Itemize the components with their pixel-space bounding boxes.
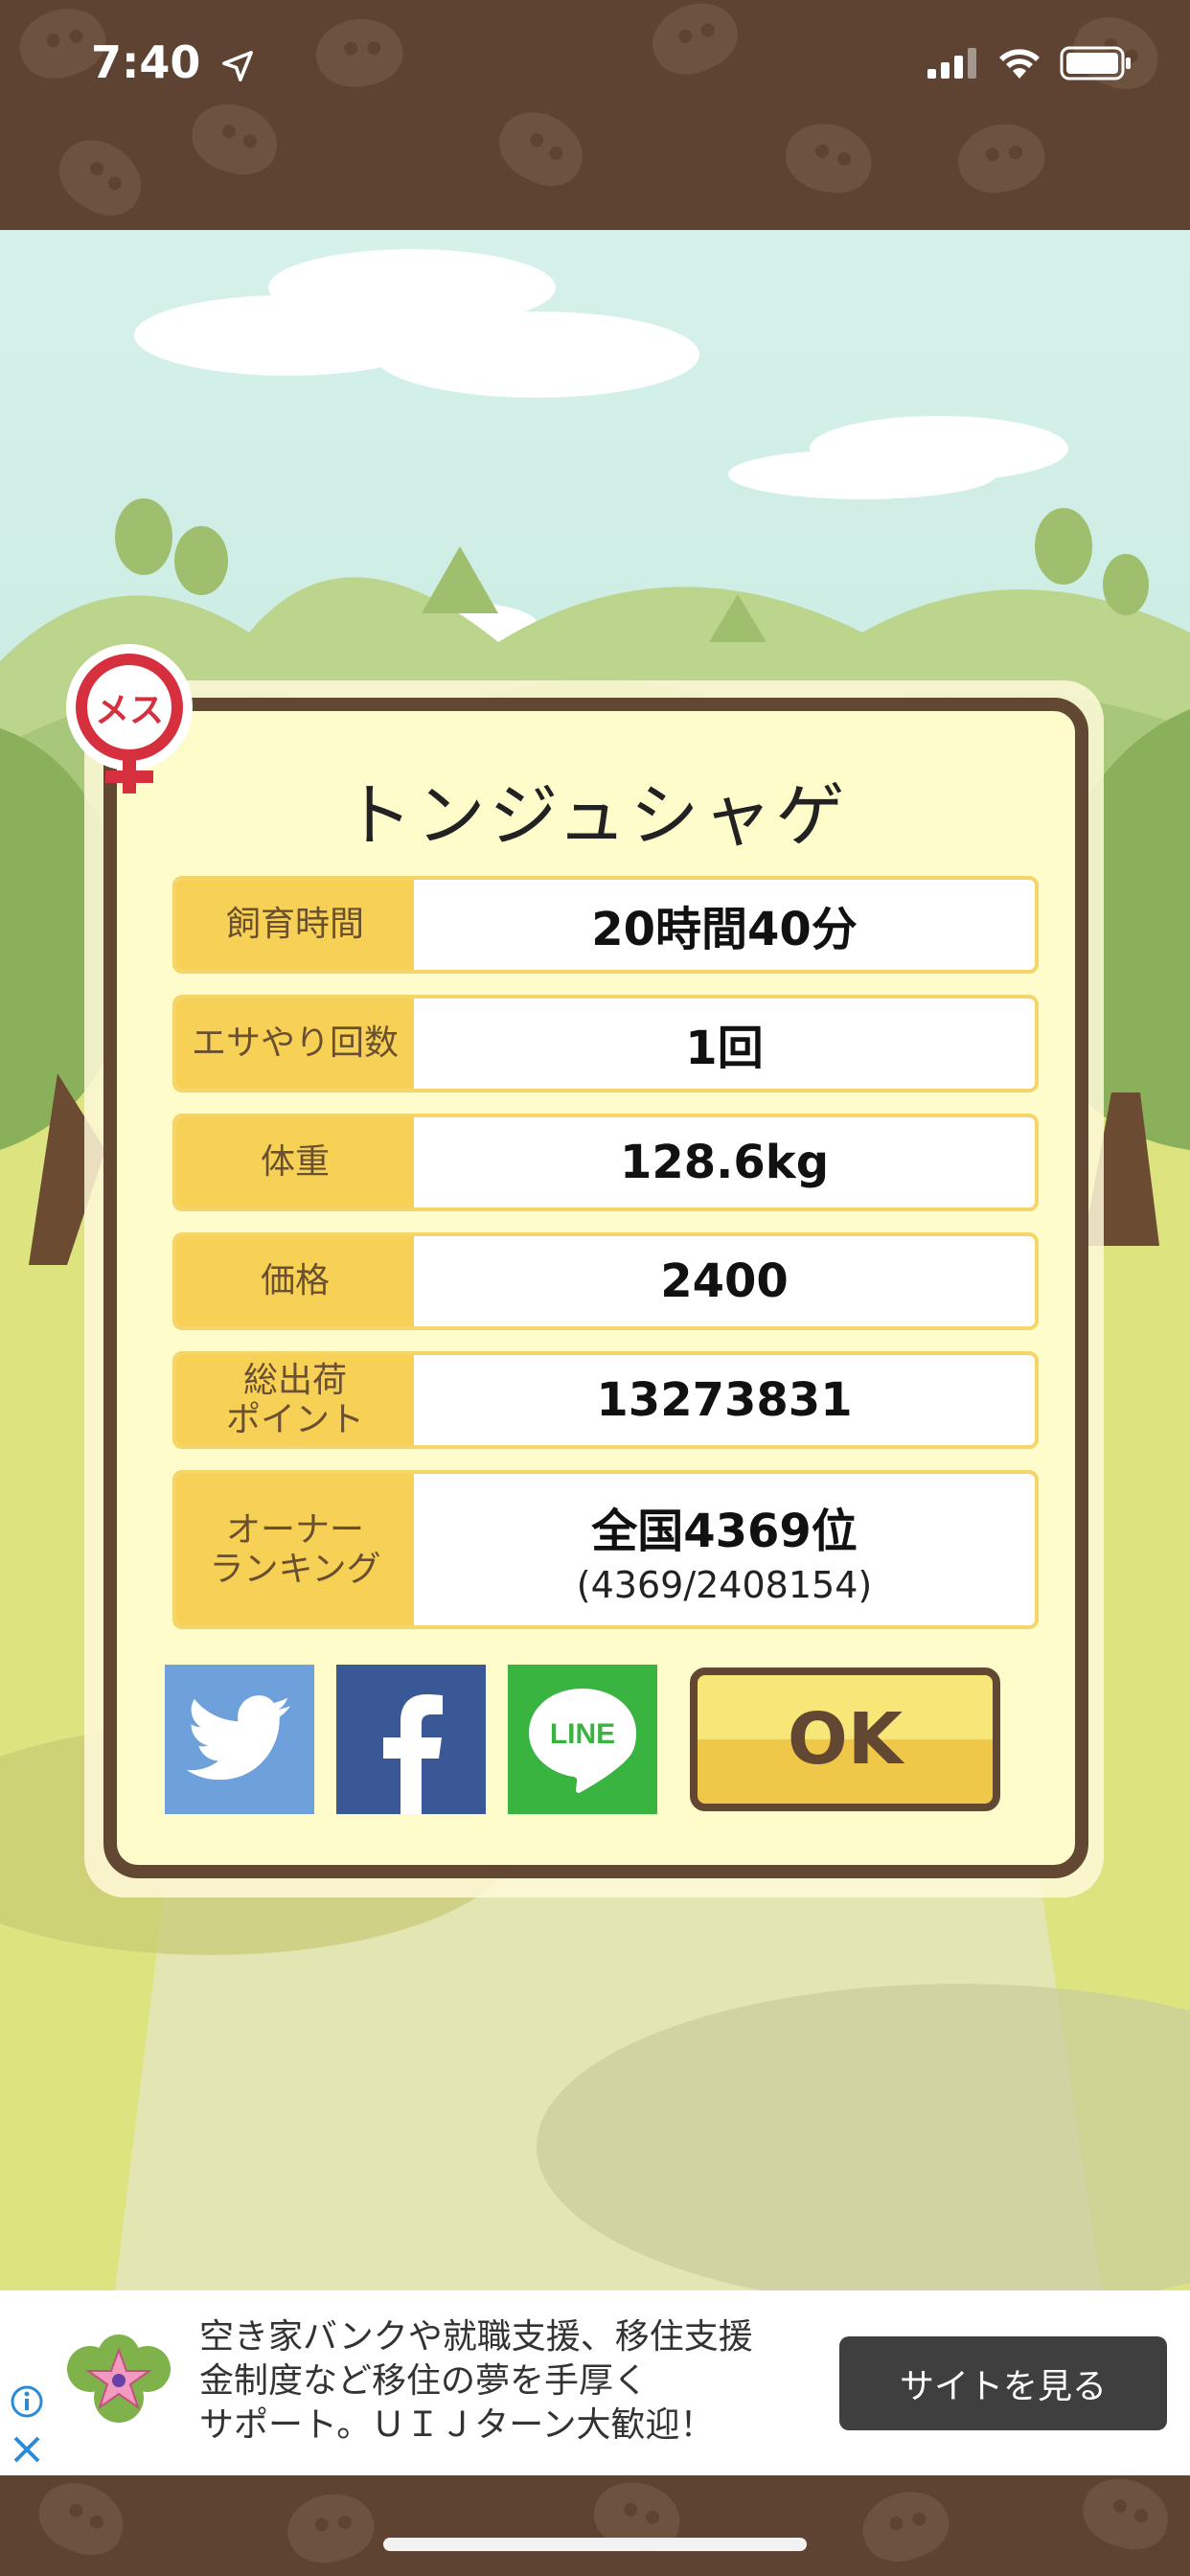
row-value-text: 1回 [685,1022,764,1075]
bean-pattern [641,0,748,87]
ad-line: サポート。ＵＩＪターン大歓迎！ [199,2405,715,2445]
facebook-icon [383,1694,443,1814]
bean-pattern [46,126,155,228]
cellular-signal-icon [927,48,976,79]
ranking-value: 全国4369位 [591,1505,858,1558]
top-pattern-band [0,0,1190,230]
female-gender-badge: メス [57,640,201,803]
pig-info-dialog: トンジュシャゲ 飼育時間 20時間40分 エサやり回数 1回 体重 128.6k… [103,698,1088,1878]
pig-name-title: トンジュシャゲ [343,775,849,856]
bean-pattern [310,12,408,94]
gender-badge-text: メス [95,691,164,730]
status-time-text: 7:40 [91,36,201,88]
row-label-line1: オーナー [225,1509,364,1550]
location-arrow-icon [222,50,254,81]
ad-line: 金制度など移住の夢を手厚く [199,2361,649,2401]
bottom-pattern-band [0,2475,1190,2576]
row-label: 総出荷 ポイント [176,1355,414,1445]
ok-button[interactable]: OK [690,1668,1000,1811]
ad-copy: 空き家バンクや就職支援、移住支援 金制度など移住の夢を手厚く サポート。ＵＩＪタ… [199,2315,822,2448]
female-icon: メス [66,644,193,794]
twitter-icon [187,1695,291,1781]
row-value: 2400 [414,1236,1035,1326]
info-icon[interactable] [10,2384,44,2419]
row-label: エサやり回数 [176,999,414,1089]
info-row-breeding-time: 飼育時間 20時間40分 [172,876,1039,974]
home-indicator[interactable] [383,2538,807,2551]
row-label: オーナー ランキング [176,1474,414,1625]
wifi-icon [999,49,1040,79]
ad-line: 空き家バンクや就職支援、移住支援 [199,2317,753,2357]
status-time: 7:40 [91,36,254,88]
row-label: 体重 [176,1117,414,1208]
info-row-shipping-points: 総出荷 ポイント 13273831 [172,1351,1039,1449]
bean-pattern [29,2475,134,2565]
row-value: 20時間40分 [414,880,1035,970]
line-share-button[interactable]: LINE [508,1665,657,1814]
close-icon[interactable] [10,2432,44,2467]
row-label-line2: ランキング [209,1550,381,1589]
bean-pattern [950,114,1052,202]
twitter-share-button[interactable] [165,1665,314,1814]
ranking-detail: (4369/2408154) [576,1564,873,1606]
row-label: 価格 [176,1236,414,1326]
row-value: 13273831 [414,1355,1035,1445]
bean-pattern [184,95,286,183]
bean-pattern [780,117,878,199]
visit-site-button[interactable]: サイトを見る [839,2336,1167,2430]
row-value: 全国4369位 (4369/2408154) [414,1474,1035,1625]
row-value-text: 13273831 [596,1373,853,1427]
row-label-line2: ポイント [225,1400,364,1439]
row-label: 飼育時間 [176,880,414,970]
flower-logo-icon [67,2334,171,2423]
ad-banner[interactable]: 空き家バンクや就職支援、移住支援 金制度など移住の夢を手厚く サポート。ＵＩＪタ… [0,2290,1190,2475]
status-indicators [927,46,1133,80]
bean-pattern [280,2484,381,2572]
info-row-feeding-count: エサやり回数 1回 [172,995,1039,1092]
row-value: 1回 [414,999,1035,1089]
facebook-share-button[interactable] [336,1665,486,1814]
bean-pattern [853,2479,958,2573]
bean-pattern [488,100,595,197]
info-row-weight: 体重 128.6kg [172,1114,1039,1211]
line-icon: LINE [529,1689,636,1793]
row-value: 128.6kg [414,1117,1035,1208]
row-value-text: 2400 [660,1254,789,1308]
row-value-text: 20時間40分 [591,903,858,956]
bean-pattern [1075,2475,1177,2558]
info-row-owner-ranking: オーナー ランキング 全国4369位 (4369/2408154) [172,1470,1039,1629]
row-value-text: 128.6kg [619,1136,830,1189]
line-logo-text: LINE [550,1718,615,1750]
row-label-line1: 総出荷 [242,1360,347,1400]
info-row-price: 価格 2400 [172,1232,1039,1330]
battery-icon [1060,46,1131,80]
